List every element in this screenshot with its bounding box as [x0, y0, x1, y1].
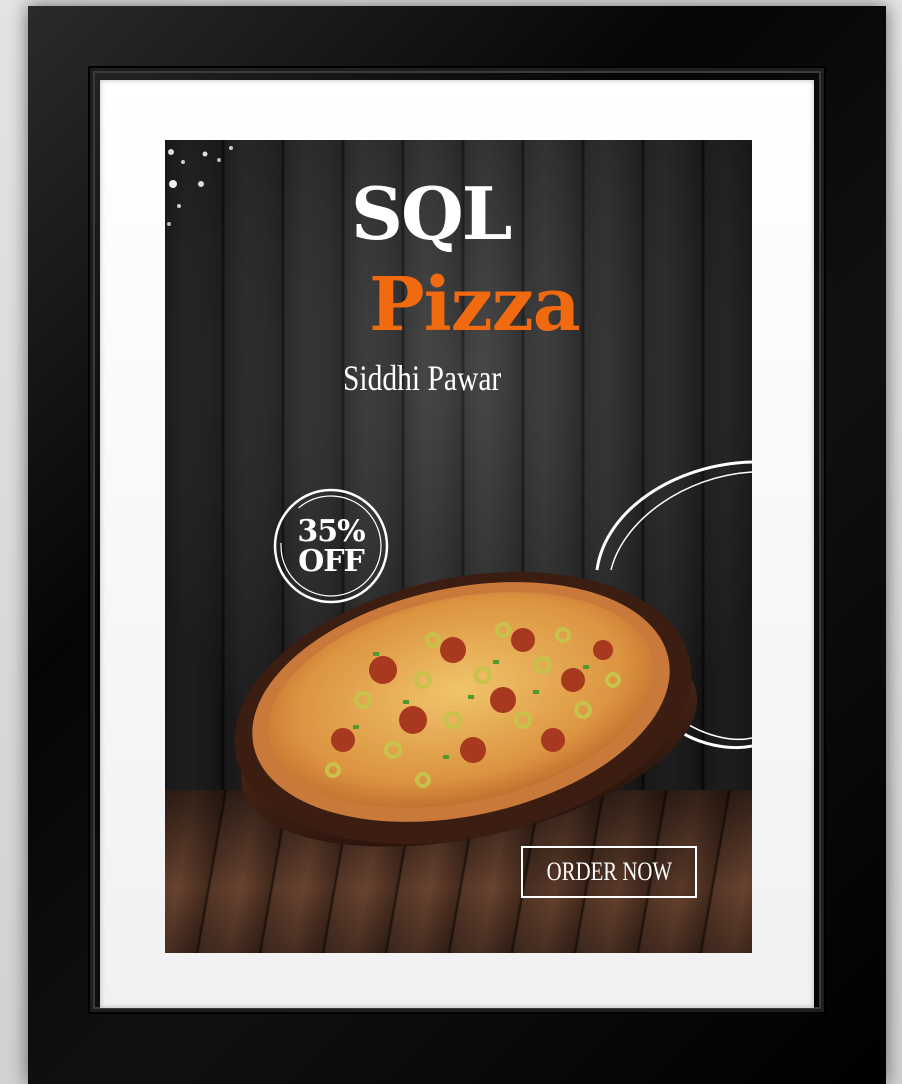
author-name: Siddhi Pawar: [343, 358, 502, 398]
paint-splatter-icon: [167, 146, 233, 226]
pizza-image-icon: [234, 571, 698, 847]
order-now-label: ORDER NOW: [546, 857, 672, 886]
order-now-button[interactable]: ORDER NOW: [521, 846, 697, 898]
brand-title-pizza: Pizza: [369, 262, 581, 348]
brand-title-sql: SQL: [351, 171, 512, 256]
pizza-poster: SQL Pizza Siddhi Pawar 35% OFF ORDER NOW: [165, 140, 752, 953]
